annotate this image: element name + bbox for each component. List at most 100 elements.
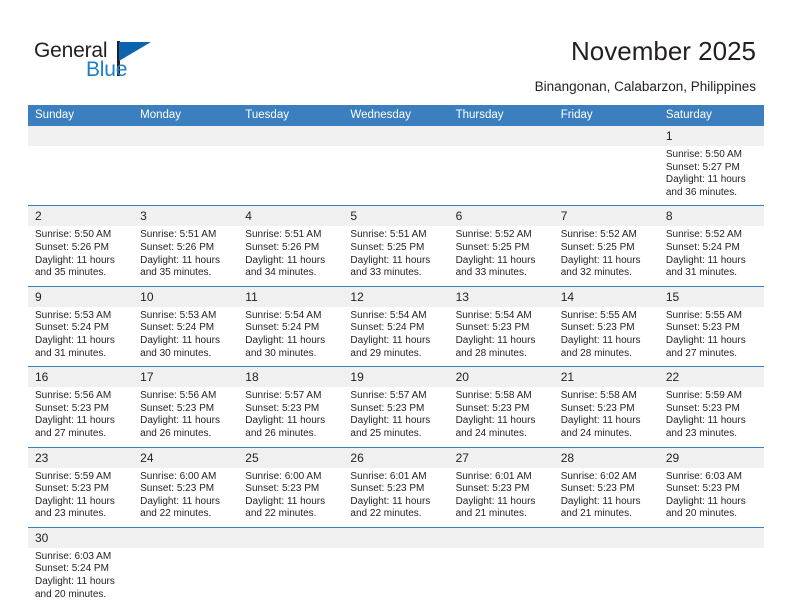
day-sunset-text: Sunset: 5:23 PM bbox=[560, 322, 635, 334]
day-sunrise-text: Sunrise: 6:03 AM bbox=[665, 470, 742, 482]
day-number[interactable]: 22 bbox=[658, 366, 764, 388]
day-daylight-text: and 30 minutes. bbox=[140, 347, 212, 359]
day-cell[interactable]: Sunrise: 5:58 AM Sunset: 5:23 PM Daylight:… bbox=[553, 387, 659, 447]
day-daylight-text: Daylight: 11 hours bbox=[245, 415, 326, 427]
page-title: November 2025 bbox=[571, 36, 756, 66]
day-number[interactable]: 6 bbox=[448, 205, 554, 227]
day-cell[interactable]: Sunrise: 5:56 AM Sunset: 5:23 PM Daylight:… bbox=[28, 387, 134, 447]
day-number[interactable]: 18 bbox=[238, 366, 344, 388]
day-cell[interactable]: Sunrise: 5:51 AM Sunset: 5:25 PM Daylight:… bbox=[343, 226, 449, 287]
day-number[interactable]: 25 bbox=[238, 446, 344, 468]
day-cell[interactable]: Sunrise: 6:01 AM Sunset: 5:23 PM Daylight:… bbox=[343, 467, 449, 528]
day-number[interactable]: 20 bbox=[448, 366, 554, 388]
day-number[interactable]: 8 bbox=[658, 205, 764, 227]
week-info-row: Sunrise: 5:59 AM Sunset: 5:23 PM Daylight:… bbox=[28, 467, 764, 528]
day-sunrise-text: Sunrise: 5:58 AM bbox=[560, 390, 637, 402]
day-number[interactable]: 16 bbox=[28, 366, 134, 388]
day-number[interactable]: 14 bbox=[553, 285, 659, 307]
day-cell[interactable]: Sunrise: 5:53 AM Sunset: 5:24 PM Daylight:… bbox=[133, 306, 239, 367]
day-cell[interactable]: Sunrise: 5:53 AM Sunset: 5:24 PM Daylight:… bbox=[28, 306, 134, 367]
day-daylight-text: Daylight: 11 hours bbox=[245, 334, 326, 346]
day-cell-empty bbox=[133, 146, 239, 206]
day-cell[interactable]: Sunrise: 5:50 AM Sunset: 5:26 PM Daylight:… bbox=[28, 226, 134, 287]
day-number[interactable]: 11 bbox=[238, 285, 344, 307]
day-daylight-text: Daylight: 11 hours bbox=[665, 174, 746, 186]
day-cell[interactable]: Sunrise: 5:58 AM Sunset: 5:23 PM Daylight:… bbox=[448, 387, 554, 447]
day-daylight-text: and 33 minutes. bbox=[455, 267, 527, 279]
day-cell-empty bbox=[28, 146, 134, 206]
day-number[interactable]: 26 bbox=[343, 446, 449, 468]
day-number[interactable]: 27 bbox=[448, 446, 554, 468]
day-sunset-text: Sunset: 5:24 PM bbox=[35, 322, 109, 334]
day-sunset-text: Sunset: 5:23 PM bbox=[350, 402, 425, 414]
day-number-empty bbox=[343, 126, 449, 146]
day-number[interactable]: 7 bbox=[553, 205, 659, 227]
day-number[interactable]: 1 bbox=[658, 126, 764, 146]
day-number[interactable]: 13 bbox=[448, 285, 554, 307]
day-cell[interactable]: Sunrise: 6:03 AM Sunset: 5:24 PM Daylight:… bbox=[28, 547, 134, 608]
day-number[interactable]: 19 bbox=[343, 366, 449, 388]
day-cell[interactable]: Sunrise: 6:00 AM Sunset: 5:23 PM Daylight:… bbox=[238, 467, 344, 528]
day-number[interactable]: 3 bbox=[133, 205, 239, 227]
day-cell[interactable]: Sunrise: 6:01 AM Sunset: 5:23 PM Daylight:… bbox=[448, 467, 554, 528]
day-daylight-text: Daylight: 11 hours bbox=[560, 254, 641, 266]
day-cell-empty bbox=[553, 146, 659, 206]
week-daynumber-row: 2345678 bbox=[28, 205, 764, 227]
day-number[interactable]: 17 bbox=[133, 366, 239, 388]
day-cell[interactable]: Sunrise: 5:54 AM Sunset: 5:24 PM Daylight:… bbox=[343, 306, 449, 367]
day-number[interactable]: 15 bbox=[658, 285, 764, 307]
day-cell[interactable]: Sunrise: 6:03 AM Sunset: 5:23 PM Daylight:… bbox=[658, 467, 764, 528]
calendar-table: Sunday Monday Tuesday Wednesday Thursday… bbox=[28, 105, 764, 608]
day-cell[interactable]: Sunrise: 5:50 AM Sunset: 5:27 PM Daylight:… bbox=[658, 146, 764, 206]
day-number[interactable]: 28 bbox=[553, 446, 659, 468]
day-number[interactable]: 10 bbox=[133, 285, 239, 307]
day-cell[interactable]: Sunrise: 5:55 AM Sunset: 5:23 PM Daylight:… bbox=[553, 306, 659, 367]
day-cell[interactable]: Sunrise: 6:00 AM Sunset: 5:23 PM Daylight:… bbox=[133, 467, 239, 528]
day-daylight-text: and 26 minutes. bbox=[140, 427, 212, 439]
week-info-row: Sunrise: 6:03 AM Sunset: 5:24 PM Daylight:… bbox=[28, 547, 764, 608]
day-cell-empty bbox=[658, 547, 764, 608]
day-daylight-text: Daylight: 11 hours bbox=[140, 254, 220, 266]
day-cell[interactable]: Sunrise: 5:55 AM Sunset: 5:23 PM Daylight:… bbox=[658, 306, 764, 367]
logo-text-blue: Blue bbox=[86, 58, 128, 81]
day-sunset-text: Sunset: 5:24 PM bbox=[350, 322, 425, 334]
day-cell[interactable]: Sunrise: 5:52 AM Sunset: 5:24 PM Daylight:… bbox=[658, 226, 764, 287]
day-cell[interactable]: Sunrise: 5:57 AM Sunset: 5:23 PM Daylight:… bbox=[238, 387, 344, 447]
day-cell-empty bbox=[238, 547, 344, 608]
day-cell[interactable]: Sunrise: 5:56 AM Sunset: 5:23 PM Daylight:… bbox=[133, 387, 239, 447]
day-daylight-text: Daylight: 11 hours bbox=[140, 334, 220, 346]
day-number[interactable]: 5 bbox=[343, 205, 449, 227]
day-number[interactable]: 2 bbox=[28, 205, 134, 227]
day-cell[interactable]: Sunrise: 5:59 AM Sunset: 5:23 PM Daylight:… bbox=[28, 467, 134, 528]
day-cell[interactable]: Sunrise: 5:59 AM Sunset: 5:23 PM Daylight:… bbox=[658, 387, 764, 447]
day-sunset-text: Sunset: 5:26 PM bbox=[140, 241, 215, 253]
day-number-empty bbox=[343, 526, 449, 548]
day-number[interactable]: 4 bbox=[238, 205, 344, 227]
day-cell[interactable]: Sunrise: 5:52 AM Sunset: 5:25 PM Daylight:… bbox=[448, 226, 554, 287]
day-cell[interactable]: Sunrise: 5:54 AM Sunset: 5:23 PM Daylight:… bbox=[448, 306, 554, 367]
day-cell[interactable]: Sunrise: 5:51 AM Sunset: 5:26 PM Daylight:… bbox=[133, 226, 239, 287]
day-daylight-text: Daylight: 11 hours bbox=[35, 495, 115, 507]
day-number[interactable]: 29 bbox=[658, 446, 764, 468]
day-cell[interactable]: Sunrise: 5:54 AM Sunset: 5:24 PM Daylight:… bbox=[238, 306, 344, 367]
day-daylight-text: Daylight: 11 hours bbox=[35, 415, 115, 427]
general-blue-logo[interactable]: General Blue bbox=[34, 40, 214, 90]
day-cell[interactable]: Sunrise: 5:52 AM Sunset: 5:25 PM Daylight:… bbox=[553, 226, 659, 287]
day-daylight-text: and 22 minutes. bbox=[245, 508, 317, 520]
day-sunset-text: Sunset: 5:26 PM bbox=[35, 241, 109, 253]
day-number[interactable]: 30 bbox=[28, 526, 134, 548]
day-cell[interactable]: Sunrise: 5:57 AM Sunset: 5:23 PM Daylight:… bbox=[343, 387, 449, 447]
day-daylight-text: and 35 minutes. bbox=[140, 267, 212, 279]
day-number[interactable]: 12 bbox=[343, 285, 449, 307]
day-sunset-text: Sunset: 5:25 PM bbox=[350, 241, 425, 253]
calendar-grid: Sunday Monday Tuesday Wednesday Thursday… bbox=[28, 105, 764, 608]
day-number[interactable]: 24 bbox=[133, 446, 239, 468]
day-daylight-text: and 27 minutes. bbox=[35, 427, 107, 439]
day-number[interactable]: 21 bbox=[553, 366, 659, 388]
day-number[interactable]: 23 bbox=[28, 446, 134, 468]
day-number[interactable]: 9 bbox=[28, 285, 134, 307]
day-cell[interactable]: Sunrise: 6:02 AM Sunset: 5:23 PM Daylight:… bbox=[553, 467, 659, 528]
day-cell[interactable]: Sunrise: 5:51 AM Sunset: 5:26 PM Daylight:… bbox=[238, 226, 344, 287]
day-sunset-text: Sunset: 5:24 PM bbox=[35, 563, 109, 575]
day-sunrise-text: Sunrise: 6:03 AM bbox=[35, 550, 112, 562]
